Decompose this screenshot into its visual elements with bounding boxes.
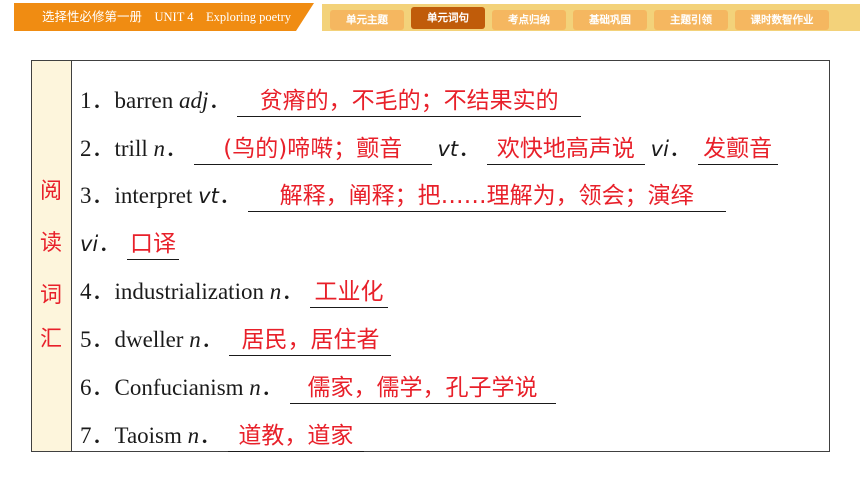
part-of-speech: n bbox=[269, 279, 282, 304]
separator: ． bbox=[668, 136, 692, 161]
vocab-entry-dweller: 5．dweller n． 居民，居住者 bbox=[80, 320, 392, 360]
entry-word: interpret bbox=[114, 183, 199, 208]
separator: ． bbox=[208, 88, 232, 113]
vocab-entry-barren: 1．barren adj． 贫瘠的，不毛的；不结果实的 bbox=[80, 81, 582, 121]
tab-digital-homework[interactable]: 课时数智作业 bbox=[735, 10, 829, 30]
tab-unit-vocabulary[interactable]: 单元词句 bbox=[411, 7, 485, 29]
separator: ． bbox=[164, 136, 188, 161]
answer-blank: 儒家，儒学，孔子学说 bbox=[289, 373, 556, 404]
answer-blank: 贫瘠的，不毛的；不结果实的 bbox=[237, 86, 582, 117]
entry-number: 6． bbox=[80, 375, 115, 400]
section-label-column: 阅 读 词 汇 bbox=[32, 61, 72, 451]
entry-word: Confucianism bbox=[114, 375, 250, 400]
entry-word: barren bbox=[114, 88, 179, 113]
entry-word: industrialization bbox=[114, 279, 270, 304]
separator: ． bbox=[458, 136, 482, 161]
tab-unit-theme[interactable]: 单元主题 bbox=[330, 10, 404, 30]
entry-word: dweller bbox=[114, 327, 190, 352]
vocab-entry-industrialization: 4．industrialization n． 工业化 bbox=[80, 272, 388, 312]
separator: ． bbox=[199, 423, 223, 448]
answer-blank: 道教，道家 bbox=[227, 421, 364, 452]
answer-blank: 工业化 bbox=[309, 277, 388, 308]
vocab-entry-taoism: 7．Taoism n． 道教，道家 bbox=[80, 416, 364, 456]
answer-blank: 欢快地高声说 bbox=[486, 134, 645, 165]
entry-number: 5． bbox=[80, 327, 115, 352]
course-title: 选择性必修第一册 UNIT 4 Exploring poetry bbox=[14, 3, 314, 31]
tab-theme-guide[interactable]: 主题引领 bbox=[654, 10, 728, 30]
answer-blank: 居民，居住者 bbox=[229, 325, 392, 356]
part-of-speech: vi bbox=[650, 137, 669, 161]
entry-word: trill bbox=[114, 136, 154, 161]
answer-blank: 发颤音 bbox=[697, 134, 778, 165]
vocabulary-panel: 阅 读 词 汇 1．barren adj． 贫瘠的，不毛的；不结果实的 2．tr… bbox=[31, 60, 830, 452]
section-label-char: 阅 bbox=[39, 179, 62, 204]
section-label-char: 读 bbox=[39, 231, 62, 256]
part-of-speech: vt bbox=[437, 137, 459, 161]
separator: ． bbox=[260, 375, 284, 400]
vocab-entry-confucianism: 6．Confucianism n． 儒家，儒学，孔子学说 bbox=[80, 368, 556, 408]
entry-number: 3． bbox=[80, 183, 115, 208]
tab-basic-consolidation[interactable]: 基础巩固 bbox=[573, 10, 647, 30]
separator: ． bbox=[281, 279, 305, 304]
entry-number: 1． bbox=[80, 88, 115, 113]
vocab-entry-interpret-vi: vi． 口译 bbox=[80, 224, 180, 264]
entry-number: 2． bbox=[80, 136, 115, 161]
separator: ． bbox=[98, 231, 122, 256]
part-of-speech: n bbox=[153, 136, 165, 161]
answer-blank: 解释，阐释；把……理解为，领会；演绎 bbox=[247, 181, 726, 212]
entry-number: 7． bbox=[80, 423, 115, 448]
part-of-speech: n bbox=[187, 423, 200, 448]
vocab-entry-trill: 2．trill n． (鸟的)啼啭；颤音 vt． 欢快地高声说 vi． 发颤音 bbox=[80, 129, 778, 169]
answer-blank: 口译 bbox=[127, 229, 180, 260]
part-of-speech: n bbox=[249, 375, 261, 400]
answer-blank: (鸟的)啼啭；颤音 bbox=[193, 134, 432, 165]
entry-number: 4． bbox=[80, 279, 115, 304]
part-of-speech: vt bbox=[198, 184, 219, 208]
part-of-speech: vi bbox=[80, 232, 99, 256]
section-label-char: 词 bbox=[39, 283, 62, 308]
entry-word: Taoism bbox=[114, 423, 188, 448]
vocab-entry-interpret: 3．interpret vt． 解释，阐释；把……理解为，领会；演绎 bbox=[80, 176, 726, 216]
part-of-speech: adj bbox=[179, 88, 209, 113]
separator: ． bbox=[218, 183, 242, 208]
section-label-char: 汇 bbox=[39, 327, 62, 352]
top-navigation-bar: 选择性必修第一册 UNIT 4 Exploring poetry 单元主题 单元… bbox=[0, 0, 860, 34]
separator: ． bbox=[200, 327, 224, 352]
tab-key-points[interactable]: 考点归纳 bbox=[492, 10, 566, 30]
part-of-speech: n bbox=[189, 327, 201, 352]
